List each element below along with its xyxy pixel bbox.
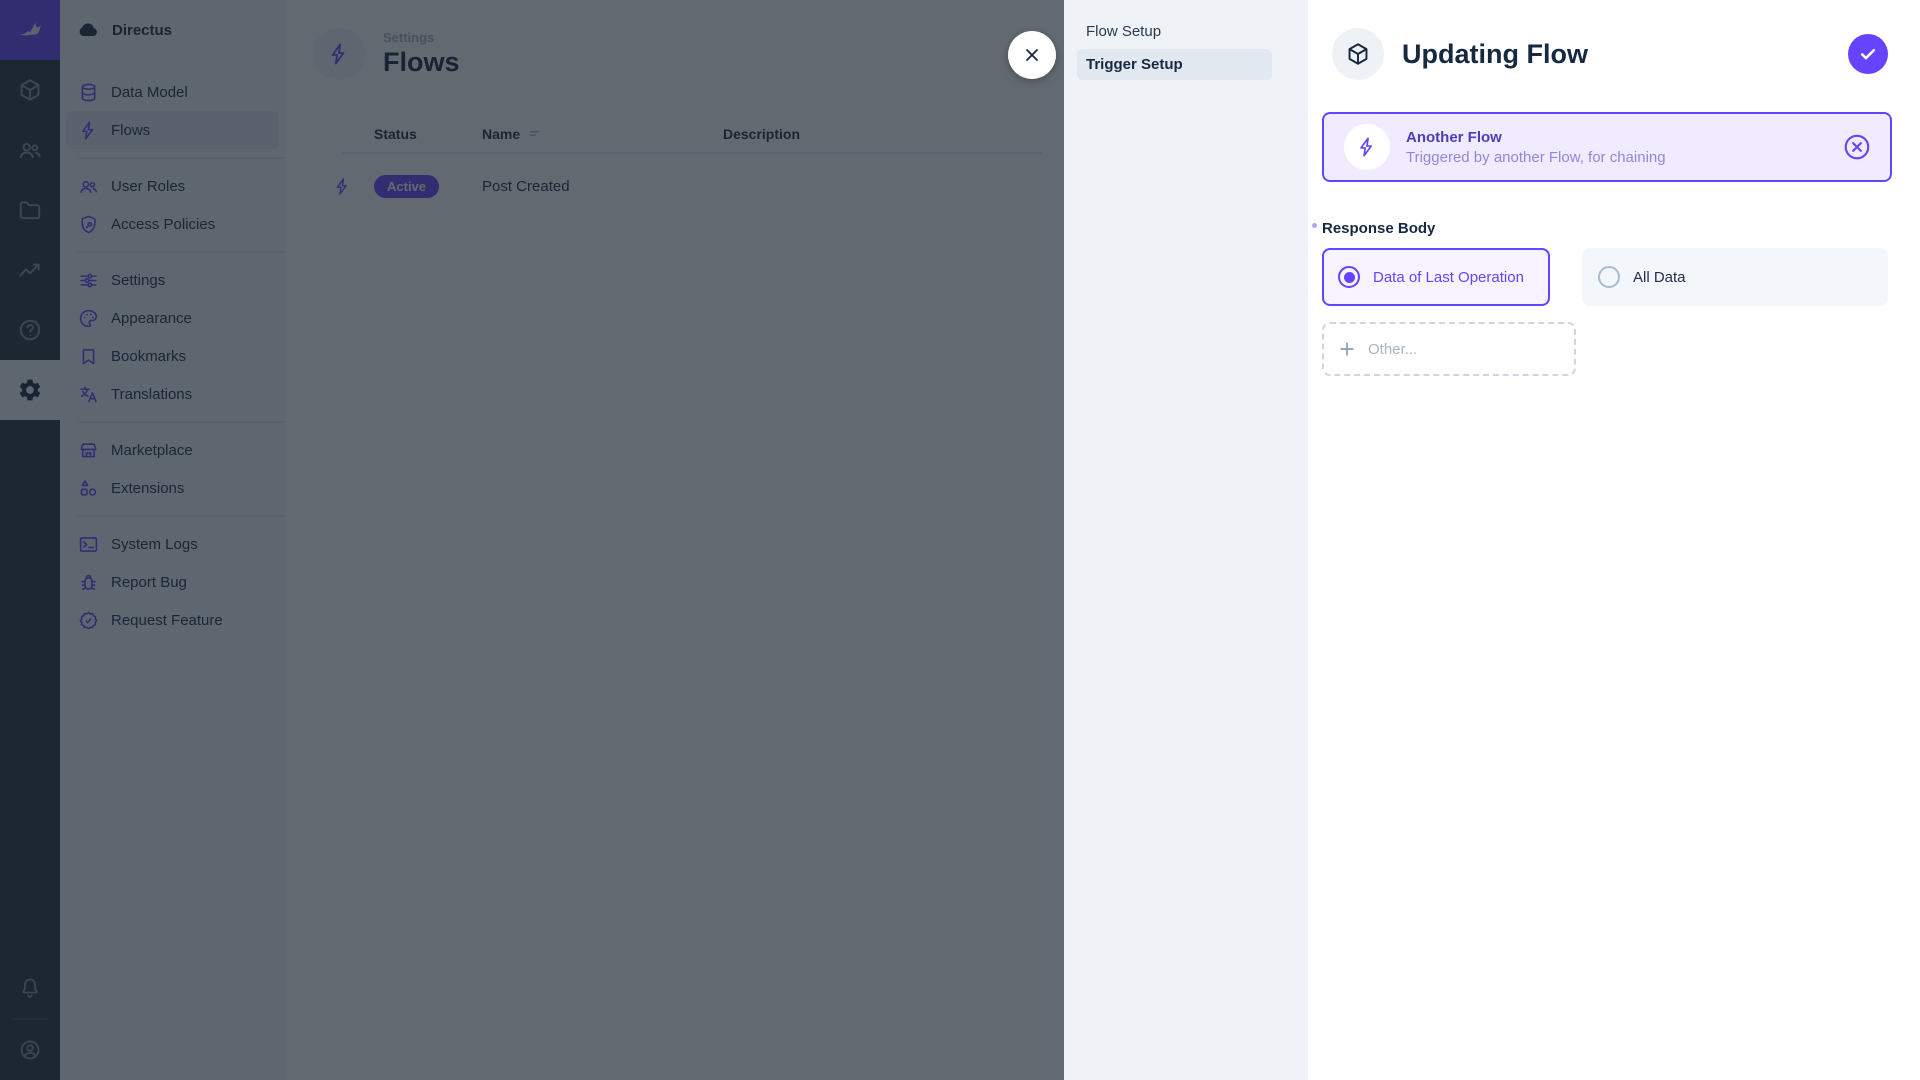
- other-option-button[interactable]: Other...: [1322, 322, 1576, 376]
- drawer-nav-trigger-setup[interactable]: Trigger Setup: [1077, 49, 1272, 80]
- trigger-texts: Another Flow Triggered by another Flow, …: [1406, 129, 1842, 166]
- trigger-subtitle: Triggered by another Flow, for chaining: [1406, 148, 1666, 166]
- cube-icon: [1348, 43, 1368, 65]
- option-all-data[interactable]: All Data: [1582, 248, 1888, 306]
- trigger-type-card[interactable]: Another Flow Triggered by another Flow, …: [1322, 112, 1892, 182]
- option-label: Data of Last Operation: [1373, 268, 1524, 286]
- cancel-circle-icon[interactable]: [1842, 132, 1872, 162]
- other-option-label: Other...: [1368, 340, 1418, 358]
- bolt-icon: [1360, 137, 1372, 157]
- response-body-label: Response Body: [1312, 220, 1436, 237]
- field-label-text: Response Body: [1322, 220, 1436, 237]
- save-button[interactable]: [1848, 34, 1888, 74]
- plus-icon: [1340, 342, 1354, 356]
- drawer-close-button[interactable]: [1008, 31, 1056, 79]
- directus-app: Directus Data Model Flows User Roles Acc…: [0, 0, 1920, 1080]
- trigger-icon-circle: [1344, 124, 1390, 170]
- check-icon: [1860, 49, 1876, 60]
- option-data-of-last-operation[interactable]: Data of Last Operation: [1322, 248, 1550, 306]
- radio-selected-icon: [1338, 266, 1360, 288]
- drawer-header: Updating Flow: [1332, 28, 1888, 80]
- drawer-navigation: Flow Setup Trigger Setup: [1064, 0, 1308, 1080]
- close-icon: [1026, 49, 1038, 61]
- option-label: All Data: [1633, 268, 1686, 286]
- radio-unselected-icon: [1598, 266, 1620, 288]
- response-body-options: Data of Last Operation All Data: [1322, 248, 1888, 306]
- drawer-nav-flow-setup[interactable]: Flow Setup: [1077, 16, 1272, 47]
- drawer-overlay[interactable]: [0, 0, 1064, 1080]
- required-dot: [1312, 223, 1317, 228]
- drawer-header-icon: [1332, 28, 1384, 80]
- drawer-content: Updating Flow Another Flow Triggered by …: [1308, 0, 1920, 1080]
- drawer-title: Updating Flow: [1402, 38, 1588, 69]
- trigger-title: Another Flow: [1406, 128, 1502, 146]
